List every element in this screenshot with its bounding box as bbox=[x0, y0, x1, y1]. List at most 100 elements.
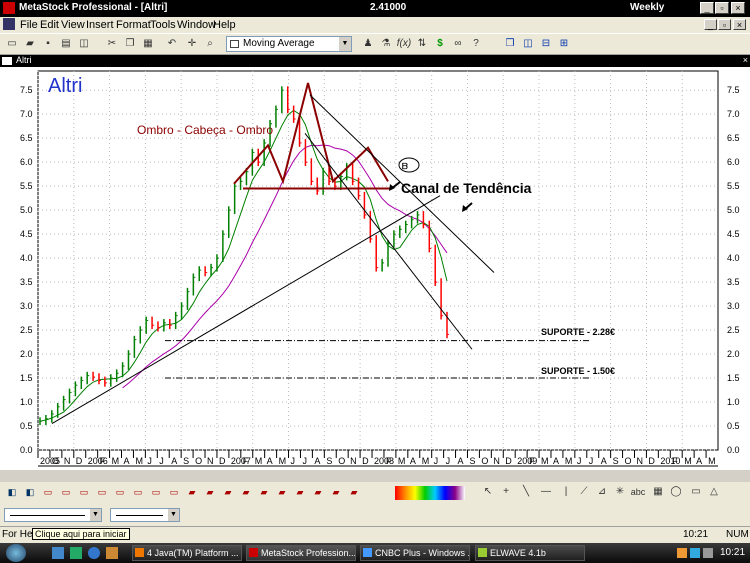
menu-help[interactable]: Help bbox=[213, 19, 236, 31]
task-elwave[interactable]: ELWAVE 4.1b bbox=[475, 545, 585, 561]
help-icon[interactable]: ? bbox=[468, 37, 484, 51]
tray-volume-icon[interactable] bbox=[703, 548, 713, 558]
grid-tool-icon[interactable]: ▦ bbox=[650, 485, 666, 499]
tray-network-icon[interactable] bbox=[690, 548, 700, 558]
show-desktop-icon[interactable] bbox=[52, 547, 64, 559]
menu-format[interactable]: Format bbox=[116, 19, 151, 31]
print-preview-icon[interactable]: ◫ bbox=[76, 37, 92, 51]
trade7-icon[interactable]: ▰ bbox=[328, 485, 344, 499]
chart-svg[interactable]: 7.5 7.0 6.5 6.0 5.5 5.0 4.5 4.0 3.5 3.0 2.5 2.0 1.5 1… bbox=[0, 67, 750, 470]
binoculars-icon[interactable]: ∞ bbox=[450, 37, 466, 51]
task-metastock[interactable]: MetaStock Profession... bbox=[246, 545, 356, 561]
candles-icon[interactable]: ▭ bbox=[94, 485, 110, 499]
tile-horizontal-icon[interactable]: ⊟ bbox=[538, 37, 554, 51]
horizontal-line-icon[interactable]: — bbox=[538, 485, 554, 499]
triangle-tool-icon[interactable]: △ bbox=[706, 485, 722, 499]
pointer-icon[interactable]: ↖ bbox=[480, 485, 496, 499]
x-tick-label: D bbox=[505, 456, 512, 466]
trade3-icon[interactable]: ▰ bbox=[256, 485, 272, 499]
trade-icon[interactable]: ▰ bbox=[220, 485, 236, 499]
tray-icon-1[interactable] bbox=[677, 548, 687, 558]
indicator-select[interactable]: Moving Average ▼ bbox=[226, 36, 352, 52]
rectangle-tool-icon[interactable]: ▭ bbox=[688, 485, 704, 499]
x-tick-label: M bbox=[708, 456, 716, 466]
quicklaunch-icon[interactable] bbox=[70, 547, 82, 559]
point-icon[interactable]: ▭ bbox=[112, 485, 128, 499]
doc-minimize-button[interactable]: _ bbox=[704, 19, 717, 30]
crosshair-tool-icon[interactable]: + bbox=[498, 485, 514, 499]
task-java[interactable]: 4 Java(TM) Platform ... bbox=[132, 545, 242, 561]
line-weight-select[interactable]: ▼ bbox=[110, 508, 180, 522]
fan-icon[interactable]: ⊿ bbox=[594, 485, 610, 499]
trade6-icon[interactable]: ▰ bbox=[310, 485, 326, 499]
menu-file[interactable]: File bbox=[20, 19, 38, 31]
app-icon bbox=[3, 2, 15, 14]
paste-icon[interactable]: ▦ bbox=[140, 37, 156, 51]
vertical-line-icon[interactable]: | bbox=[558, 485, 574, 499]
ie-icon[interactable] bbox=[88, 547, 100, 559]
vol-icon[interactable]: ▰ bbox=[202, 485, 218, 499]
minimize-button[interactable]: _ bbox=[700, 2, 714, 14]
trendline-tool-icon[interactable]: ╲ bbox=[518, 485, 534, 499]
speed-line-icon[interactable]: ⟋ bbox=[576, 485, 592, 499]
zoom-icon[interactable]: ⌕ bbox=[202, 37, 218, 51]
expert-icon[interactable]: ♟ bbox=[360, 37, 376, 51]
bars-icon[interactable]: ▭ bbox=[58, 485, 74, 499]
ellipse-tool-icon[interactable]: ◯ bbox=[668, 485, 684, 499]
crosshair-icon[interactable]: ✛ bbox=[184, 37, 200, 51]
duplicate-icon[interactable]: ◧ bbox=[4, 485, 20, 499]
color-palette[interactable] bbox=[395, 486, 465, 500]
start-orb-icon[interactable] bbox=[6, 544, 26, 562]
trade2-icon[interactable]: ▰ bbox=[238, 485, 254, 499]
channel-label: Canal de Tendência bbox=[401, 180, 532, 196]
taskbar: 4 Java(TM) Platform ... MetaStock Profes… bbox=[0, 543, 750, 563]
new-icon[interactable]: ▭ bbox=[4, 37, 20, 51]
trade5-icon[interactable]: ▰ bbox=[292, 485, 308, 499]
x-tick-label: D bbox=[648, 456, 655, 466]
zoom-in-icon[interactable]: ◧ bbox=[22, 485, 38, 499]
price-chart[interactable]: 7.5 7.0 6.5 6.0 5.5 5.0 4.5 4.0 3.5 3.0 2.5 2.0 1.5 1… bbox=[0, 67, 750, 470]
trade4-icon[interactable]: ▰ bbox=[274, 485, 290, 499]
doc-restore-button[interactable]: ▫ bbox=[718, 19, 731, 30]
chevron-down-icon[interactable]: ▼ bbox=[168, 509, 179, 521]
menu-tools[interactable]: Tools bbox=[150, 19, 176, 31]
overlay2-icon[interactable]: ▭ bbox=[148, 485, 164, 499]
dollar-icon[interactable]: $ bbox=[432, 37, 448, 51]
undo-icon[interactable]: ↶ bbox=[164, 37, 180, 51]
chevron-down-icon[interactable]: ▼ bbox=[90, 509, 101, 521]
open-folder-icon[interactable]: ▰ bbox=[22, 37, 38, 51]
save-icon[interactable]: ▪ bbox=[40, 37, 56, 51]
cascade-icon[interactable]: ❒ bbox=[502, 37, 518, 51]
menu-view[interactable]: View bbox=[61, 19, 85, 31]
key-icon[interactable]: ▰ bbox=[346, 485, 362, 499]
formula-icon[interactable]: f(x) bbox=[396, 37, 412, 51]
menu-edit[interactable]: Edit bbox=[40, 19, 59, 31]
line-icon[interactable]: ▭ bbox=[76, 485, 92, 499]
doc-close-button[interactable]: × bbox=[733, 19, 746, 30]
menu-insert[interactable]: Insert bbox=[86, 19, 114, 31]
tile-vertical-icon[interactable]: ◫ bbox=[520, 37, 536, 51]
close-button[interactable]: × bbox=[731, 2, 745, 14]
explorer-icon[interactable]: ⚗ bbox=[378, 37, 394, 51]
inner-icon[interactable]: ▭ bbox=[166, 485, 182, 499]
zoom-out-icon[interactable]: ▭ bbox=[40, 485, 56, 499]
overlay-icon[interactable]: ▭ bbox=[130, 485, 146, 499]
gann-icon[interactable]: ✳ bbox=[612, 485, 628, 499]
document-close-icon[interactable]: × bbox=[743, 55, 748, 65]
tile-grid-icon[interactable]: ⊞ bbox=[556, 37, 572, 51]
menu-window[interactable]: Window bbox=[177, 19, 216, 31]
task-cnbc[interactable]: CNBC Plus - Windows ... bbox=[360, 545, 470, 561]
line-style-select[interactable]: ▼ bbox=[4, 508, 102, 522]
text-tool-icon[interactable]: abc bbox=[630, 485, 646, 499]
maximize-button[interactable]: ▫ bbox=[715, 2, 729, 14]
media-icon[interactable] bbox=[106, 547, 118, 559]
y-tick-label-right: 0.5 bbox=[727, 421, 740, 431]
hist-icon[interactable]: ▰ bbox=[184, 485, 200, 499]
chevron-down-icon[interactable]: ▼ bbox=[339, 37, 351, 51]
copy-icon[interactable]: ❐ bbox=[122, 37, 138, 51]
cut-icon[interactable]: ✂ bbox=[104, 37, 120, 51]
price-bars bbox=[39, 86, 449, 426]
print-icon[interactable]: ▤ bbox=[58, 37, 74, 51]
document-icon[interactable] bbox=[3, 18, 15, 30]
system-tester-icon[interactable]: ⇅ bbox=[414, 37, 430, 51]
